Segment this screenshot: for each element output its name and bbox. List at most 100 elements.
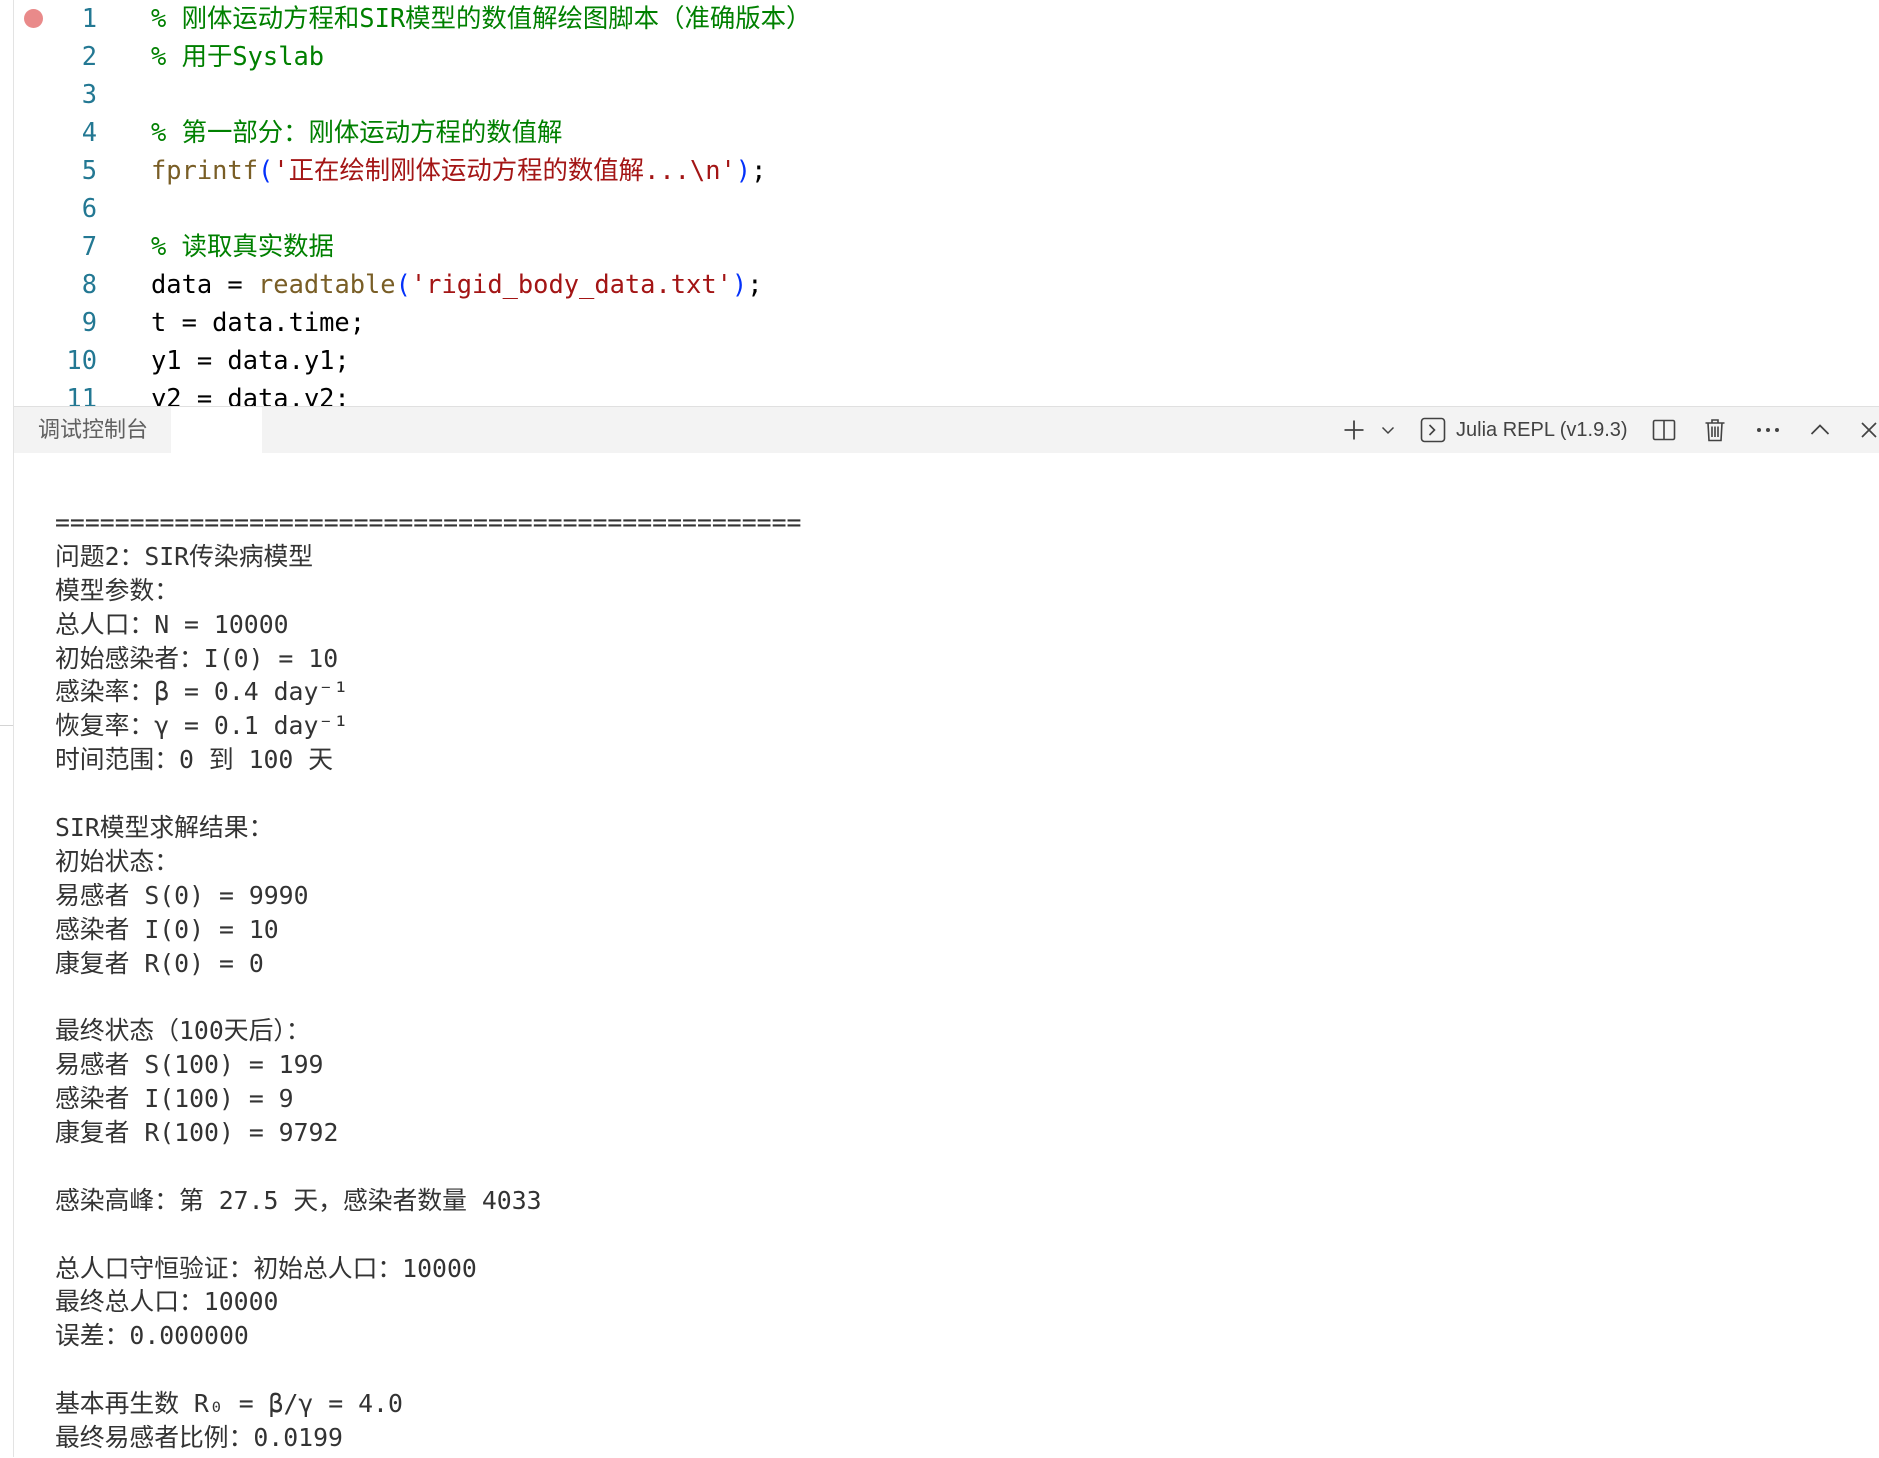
close-icon[interactable]: [1860, 421, 1878, 439]
line-number[interactable]: 11: [30, 379, 97, 406]
terminal-line: 感染者 I(100) = 9: [55, 1084, 294, 1114]
comment-token[interactable]: % 读取真实数据: [151, 231, 334, 261]
terminal-line: ========================================…: [55, 508, 802, 537]
code-token[interactable]: t = data.time;: [151, 307, 365, 337]
close-panel-button[interactable]: [1860, 421, 1878, 439]
terminal-line: 易感者 S(0) = 9990: [55, 880, 309, 910]
line-number[interactable]: 9: [30, 303, 97, 341]
code-token[interactable]: data =: [151, 269, 258, 299]
terminal-line: SIR模型求解结果：: [55, 813, 274, 843]
code-editor[interactable]: 1 % 刚体运动方程和SIR模型的数值解绘图脚本（准确版本） 2 % 用于Sys…: [0, 0, 1879, 406]
terminal-selector[interactable]: Julia REPL (v1.9.3): [1418, 407, 1646, 453]
ellipsis-icon[interactable]: [1755, 418, 1781, 442]
terminal-view[interactable]: ========================================…: [13, 453, 1879, 1457]
chevron-down-icon[interactable]: [1380, 422, 1396, 438]
line-number[interactable]: 5: [30, 151, 97, 189]
line-number[interactable]: 3: [30, 75, 97, 113]
terminal-output: ========================================…: [55, 506, 801, 1455]
panel-header: 调试控制台 终端 Julia REP: [13, 407, 1879, 488]
terminal-line: 感染者 I(0) = 10: [55, 914, 279, 944]
comment-token[interactable]: % 用于Syslab: [151, 41, 324, 71]
line-number[interactable]: 7: [30, 227, 97, 265]
terminal-line: 时间范围：0 到 100 天: [55, 745, 334, 775]
launch-profile-button[interactable]: [1380, 422, 1396, 438]
terminal-line: 康复者 R(0) = 0: [55, 948, 264, 978]
bottom-panel: 调试控制台 终端 Julia REP: [13, 406, 1879, 1458]
kill-terminal-button[interactable]: [1704, 418, 1726, 442]
line-number[interactable]: 1: [30, 0, 97, 37]
code-text[interactable]: fprintf('正在绘制刚体运动方程的数值解...\n');: [151, 151, 766, 189]
window-left-border: [13, 0, 14, 1457]
string-token[interactable]: '正在绘制刚体运动方程的数值解...\n': [273, 155, 735, 185]
trash-icon[interactable]: [1704, 418, 1726, 442]
line-number[interactable]: 10: [30, 341, 97, 379]
punctuation-token[interactable]: ;: [747, 269, 762, 299]
line-number[interactable]: 4: [30, 113, 97, 151]
code-text[interactable]: data = readtable('rigid_body_data.txt');: [151, 265, 763, 303]
terminal-line: 感染率：β = 0.4 day⁻¹: [55, 677, 349, 707]
function-token[interactable]: readtable: [258, 269, 396, 299]
code-line[interactable]: 6: [0, 189, 1879, 227]
code-line[interactable]: 7 % 读取真实数据: [0, 227, 1879, 265]
terminal-line: 总人口守恒验证：初始总人口：10000: [55, 1253, 477, 1283]
bracket-token[interactable]: (: [396, 269, 411, 299]
terminal-line: 模型参数：: [55, 575, 179, 605]
terminal-line: 误差：0.000000: [55, 1321, 249, 1351]
split-terminal-button[interactable]: [1652, 418, 1676, 442]
bracket-token[interactable]: (: [258, 155, 273, 185]
bracket-token[interactable]: ): [732, 269, 747, 299]
terminal-line: 最终状态（100天后）：: [55, 1016, 311, 1046]
code-token[interactable]: y1 = data.y1;: [151, 345, 350, 375]
new-terminal-button[interactable]: [1342, 418, 1366, 442]
terminal-line: 感染高峰：第 27.5 天，感染者数量 4033: [55, 1185, 542, 1215]
comment-token[interactable]: % 刚体运动方程和SIR模型的数值解绘图脚本（准确版本）: [151, 3, 811, 33]
chevron-up-icon[interactable]: [1809, 419, 1831, 441]
panel-toolbar: Julia REPL (v1.9.3): [13, 407, 1879, 453]
function-token[interactable]: fprintf: [151, 155, 258, 185]
code-text[interactable]: y1 = data.y1;: [151, 341, 350, 379]
terminal-line: 总人口：N = 10000: [55, 609, 289, 639]
code-line[interactable]: 9 t = data.time;: [0, 303, 1879, 341]
terminal-line: 最终易感者比例：0.0199: [55, 1423, 343, 1453]
code-text[interactable]: t = data.time;: [151, 303, 365, 341]
line-number[interactable]: 8: [30, 265, 97, 303]
line-number[interactable]: 2: [30, 37, 97, 75]
maximize-panel-button[interactable]: [1809, 419, 1831, 441]
terminal-line: 初始状态：: [55, 846, 179, 876]
code-text[interactable]: y2 = data.y2;: [151, 379, 350, 406]
terminal-line: 问题2：SIR传染病模型: [55, 541, 314, 571]
string-token[interactable]: 'rigid_body_data.txt': [411, 269, 732, 299]
code-line[interactable]: 10 y1 = data.y1;: [0, 341, 1879, 379]
plus-icon[interactable]: [1342, 418, 1366, 442]
more-actions-button[interactable]: [1755, 418, 1781, 442]
terminal-line: 恢复率：γ = 0.1 day⁻¹: [55, 711, 349, 741]
code-line[interactable]: 2 % 用于Syslab: [0, 37, 1879, 75]
code-text[interactable]: % 刚体运动方程和SIR模型的数值解绘图脚本（准确版本）: [151, 0, 811, 37]
code-text[interactable]: % 读取真实数据: [151, 227, 334, 265]
code-line[interactable]: 8 data = readtable('rigid_body_data.txt'…: [0, 265, 1879, 303]
code-line[interactable]: 4 % 第一部分：刚体运动方程的数值解: [0, 113, 1879, 151]
terminal-line: 初始感染者：I(0) = 10: [55, 643, 339, 673]
terminal-line: 最终总人口：10000: [55, 1287, 279, 1317]
code-line[interactable]: 11 y2 = data.y2;: [0, 379, 1879, 406]
code-line[interactable]: 3: [0, 75, 1879, 113]
code-text[interactable]: % 用于Syslab: [151, 37, 324, 75]
code-line[interactable]: 5 fprintf('正在绘制刚体运动方程的数值解...\n');: [0, 151, 1879, 189]
terminal-icon[interactable]: [1420, 417, 1446, 443]
bracket-token[interactable]: ): [736, 155, 751, 185]
comment-token[interactable]: % 第一部分：刚体运动方程的数值解: [151, 117, 562, 147]
window-edge-marker: [0, 725, 13, 726]
punctuation-token[interactable]: ;: [751, 155, 766, 185]
split-panel-icon[interactable]: [1652, 418, 1676, 442]
line-number[interactable]: 6: [30, 189, 97, 227]
terminal-name-label[interactable]: Julia REPL (v1.9.3): [1456, 407, 1628, 453]
code-line[interactable]: 1 % 刚体运动方程和SIR模型的数值解绘图脚本（准确版本）: [0, 0, 1879, 37]
terminal-line: 康复者 R(100) = 9792: [55, 1118, 339, 1148]
code-token[interactable]: y2 = data.y2;: [151, 383, 350, 406]
code-text[interactable]: % 第一部分：刚体运动方程的数值解: [151, 113, 562, 151]
